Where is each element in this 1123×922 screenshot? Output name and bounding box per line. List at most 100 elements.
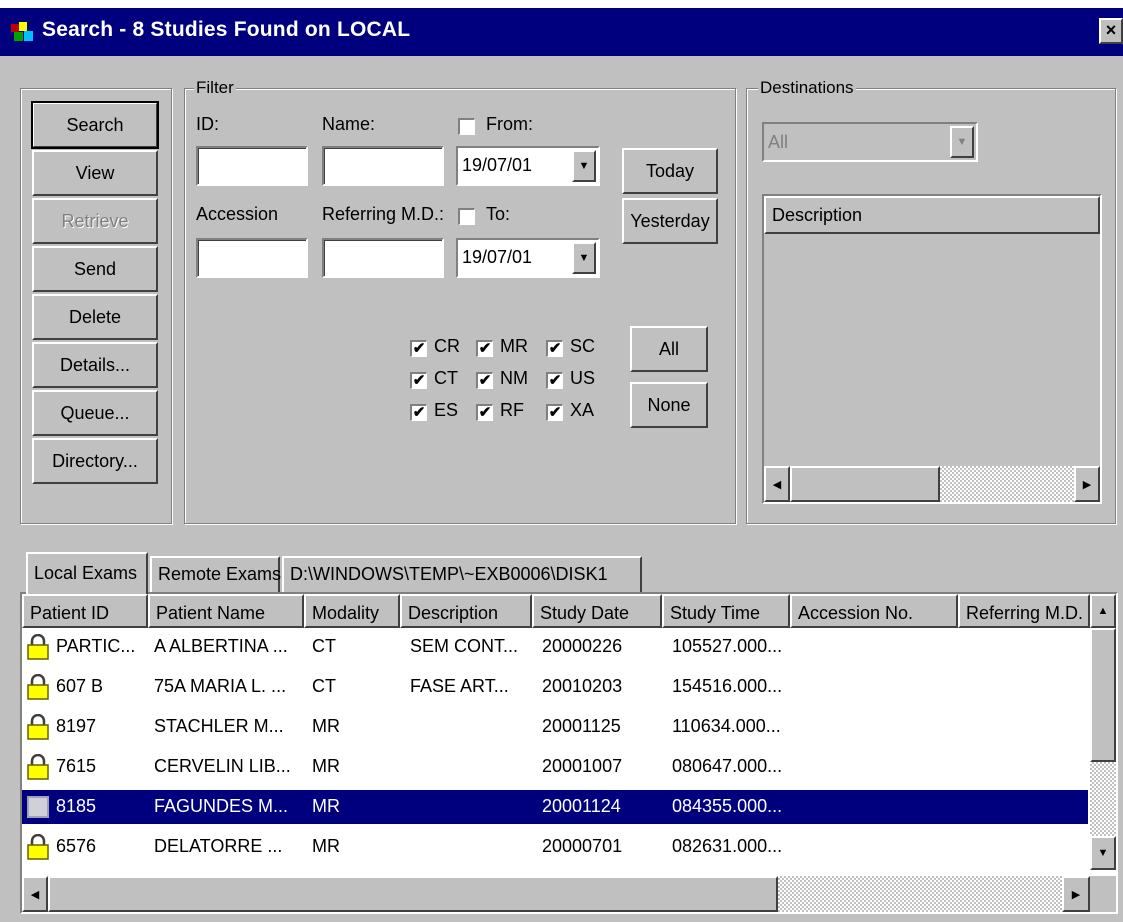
table-row[interactable]: 8197 STACHLER M... MR 20001125 110634.000... bbox=[22, 710, 1088, 744]
cell-study-time: 105527.000... bbox=[672, 636, 783, 656]
modality-xa-checkbox[interactable]: ✔ bbox=[546, 404, 563, 421]
directory-button[interactable]: Directory... bbox=[32, 438, 158, 484]
scroll-left-button[interactable]: ◀ bbox=[22, 876, 48, 912]
button-label: Search bbox=[66, 114, 124, 135]
horizontal-scroll-track[interactable] bbox=[778, 876, 1062, 912]
column-header-referring-m-d[interactable]: Referring M.D. bbox=[958, 594, 1090, 628]
window-title: Search - 8 Studies Found on LOCAL bbox=[42, 18, 411, 41]
exams-table[interactable]: Patient ID Patient Name Modality Descriptio… bbox=[20, 592, 1118, 914]
from-checkbox[interactable] bbox=[458, 118, 475, 135]
cell-study-time: 154516.000... bbox=[672, 676, 783, 696]
column-header-label: Patient Name bbox=[156, 603, 266, 623]
accession-input[interactable] bbox=[196, 238, 308, 278]
tab-label: Local Exams bbox=[34, 563, 138, 583]
modality-mr-label: MR bbox=[500, 336, 528, 356]
details-button[interactable]: Details... bbox=[32, 342, 158, 388]
chevron-down-icon[interactable]: ▼ bbox=[572, 150, 596, 182]
title-bar[interactable]: Search - 8 Studies Found on LOCAL × bbox=[0, 8, 1123, 56]
modality-ct-checkbox[interactable]: ✔ bbox=[410, 372, 427, 389]
lock-icon bbox=[27, 674, 49, 700]
scroll-right-button[interactable]: ▶ bbox=[1062, 876, 1090, 912]
from-date-combo[interactable]: 19/07/01 ▼ bbox=[456, 146, 600, 186]
modality-rf-checkbox[interactable]: ✔ bbox=[476, 404, 493, 421]
destinations-combo[interactable]: All ▼ bbox=[762, 122, 978, 162]
select-all-button[interactable]: All bbox=[630, 326, 708, 372]
button-label: Delete bbox=[68, 306, 122, 327]
to-checkbox[interactable] bbox=[458, 208, 475, 225]
column-header-label: Accession No. bbox=[798, 603, 914, 623]
close-button[interactable]: × bbox=[1099, 18, 1123, 44]
scroll-right-button[interactable]: ▶ bbox=[1074, 466, 1100, 502]
table-row[interactable]: PARTIC... A ALBERTINA ... CT SEM CONT... 200… bbox=[22, 630, 1088, 664]
cell-modality: MR bbox=[312, 796, 340, 816]
to-date-combo[interactable]: 19/07/01 ▼ bbox=[456, 238, 600, 278]
modality-cr-label: CR bbox=[434, 336, 460, 356]
horizontal-scroll-track[interactable] bbox=[940, 466, 1074, 502]
lock-icon bbox=[27, 714, 49, 740]
scroll-up-button[interactable]: ▲ bbox=[1090, 594, 1116, 628]
delete-button[interactable]: Delete bbox=[32, 294, 158, 340]
referring-md-label: Referring M.D.: bbox=[322, 204, 445, 224]
column-header-description[interactable]: Description bbox=[400, 594, 532, 628]
table-row[interactable]: 8185 FAGUNDES M... MR 20001124 084355.000... bbox=[22, 790, 1088, 824]
table-row[interactable]: 607 B 75A MARIA L. ... CT FASE ART... 200102… bbox=[22, 670, 1088, 704]
button-label: Retrieve bbox=[61, 210, 129, 231]
cell-patient-id: PARTIC... bbox=[56, 636, 136, 656]
scroll-left-button[interactable]: ◀ bbox=[764, 466, 790, 502]
cell-modality: CT bbox=[312, 676, 336, 696]
id-label: ID: bbox=[196, 114, 220, 134]
chevron-down-icon[interactable]: ▼ bbox=[572, 242, 596, 274]
column-header-modality[interactable]: Modality bbox=[304, 594, 400, 628]
modality-xa-label: XA bbox=[570, 400, 595, 420]
tab-local-exams[interactable]: Local Exams bbox=[26, 552, 148, 594]
column-header-patient-id[interactable]: Patient ID bbox=[22, 594, 148, 628]
vertical-scroll-thumb[interactable] bbox=[1090, 628, 1116, 762]
vertical-scroll-track[interactable] bbox=[1090, 762, 1116, 836]
column-header-label: Study Time bbox=[670, 603, 761, 623]
search-button[interactable]: Search bbox=[31, 101, 159, 149]
select-none-button[interactable]: None bbox=[630, 382, 708, 428]
table-row[interactable]: 7615 CERVELIN LIB... MR 20001007 080647.000.… bbox=[22, 750, 1088, 784]
today-button[interactable]: Today bbox=[622, 148, 718, 194]
id-input[interactable] bbox=[196, 146, 308, 186]
lock-icon bbox=[27, 796, 49, 818]
modality-es-label: ES bbox=[434, 400, 459, 420]
cell-patient-id: 8197 bbox=[56, 716, 97, 736]
column-header-accession-no[interactable]: Accession No. bbox=[790, 594, 958, 628]
horizontal-scroll-thumb[interactable] bbox=[48, 876, 778, 912]
scroll-down-button[interactable]: ▼ bbox=[1090, 836, 1116, 870]
cell-study-date: 20000226 bbox=[542, 636, 623, 656]
table-row[interactable]: 6576 DELATORRE ... MR 20000701 082631.000... bbox=[22, 830, 1088, 864]
modality-sc-checkbox[interactable]: ✔ bbox=[546, 340, 563, 357]
button-label: Directory... bbox=[52, 450, 138, 471]
cell-patient-id: 607 B bbox=[56, 676, 104, 696]
horizontal-scroll-thumb[interactable] bbox=[790, 466, 940, 502]
description-column-header[interactable]: Description bbox=[764, 196, 1100, 234]
name-label: Name: bbox=[322, 114, 376, 134]
column-header-study-date[interactable]: Study Date bbox=[532, 594, 662, 628]
cell-study-date: 20000701 bbox=[542, 836, 623, 856]
view-button[interactable]: View bbox=[32, 150, 158, 196]
tab-d-windows-temp-exb0006-disk1[interactable]: D:\WINDOWS\TEMP\~EXB0006\DISK1 bbox=[282, 556, 642, 592]
destinations-list[interactable]: Description ◀ ▶ bbox=[762, 194, 1102, 504]
name-input[interactable] bbox=[322, 146, 444, 186]
cell-study-time: 110634.000... bbox=[672, 716, 781, 736]
modality-ct-label: CT bbox=[434, 368, 458, 388]
cell-modality: MR bbox=[312, 836, 340, 856]
modality-mr-checkbox[interactable]: ✔ bbox=[476, 340, 493, 357]
column-header-patient-name[interactable]: Patient Name bbox=[148, 594, 304, 628]
yesterday-button[interactable]: Yesterday bbox=[622, 198, 718, 244]
retrieve-button: Retrieve bbox=[32, 198, 158, 244]
send-button[interactable]: Send bbox=[32, 246, 158, 292]
modality-us-checkbox[interactable]: ✔ bbox=[546, 372, 563, 389]
column-header-study-time[interactable]: Study Time bbox=[662, 594, 790, 628]
referring-md-input[interactable] bbox=[322, 238, 444, 278]
modality-es-checkbox[interactable]: ✔ bbox=[410, 404, 427, 421]
modality-nm-checkbox[interactable]: ✔ bbox=[476, 372, 493, 389]
queue-button[interactable]: Queue... bbox=[32, 390, 158, 436]
cell-modality: CT bbox=[312, 636, 336, 656]
cell-patient-name: FAGUNDES M... bbox=[154, 796, 289, 816]
tab-remote-exams[interactable]: Remote Exams bbox=[150, 556, 281, 592]
cell-study-date: 20010203 bbox=[542, 676, 623, 696]
modality-cr-checkbox[interactable]: ✔ bbox=[410, 340, 427, 357]
